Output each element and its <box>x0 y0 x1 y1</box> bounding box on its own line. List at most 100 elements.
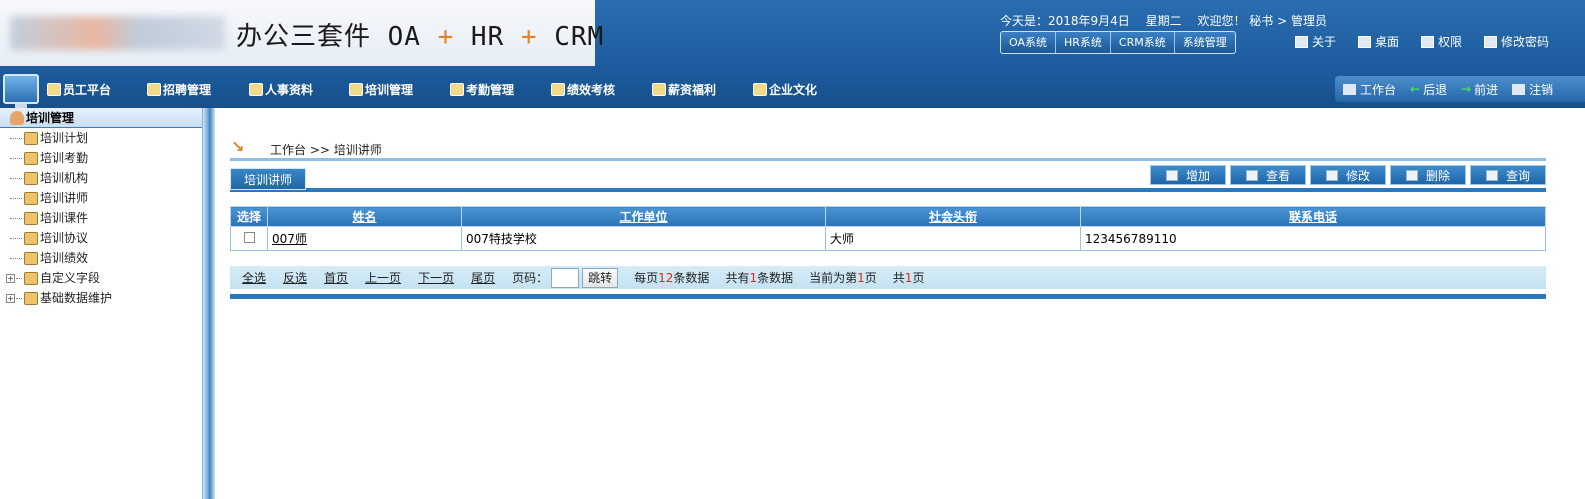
lecturer-table: 选择 姓名 工作单位 社会头衔 联系电话 007师 007特技学校 大师 123… <box>230 206 1546 251</box>
cell-title: 大师 <box>825 226 1081 251</box>
col-name[interactable]: 姓名 <box>267 206 462 227</box>
nav-recruitment[interactable]: 招聘管理 <box>147 81 211 98</box>
fields-icon <box>24 271 38 285</box>
top-links: 关于 桌面 权限 修改密码 <box>1295 33 1571 50</box>
people-icon <box>24 191 38 205</box>
total-pages-info: 共1页 <box>892 271 925 285</box>
current-page-info: 当前为第1页 <box>809 271 877 285</box>
magnifier-icon <box>1485 169 1498 181</box>
blurred-logo <box>10 16 225 50</box>
sidebar-item-training-plan[interactable]: 培训计划 <box>10 128 202 148</box>
delete-button[interactable]: 删除 <box>1390 165 1466 185</box>
nav-culture[interactable]: 企业文化 <box>753 81 817 98</box>
home-icon <box>24 171 38 185</box>
plan-icon <box>24 131 38 145</box>
training-icon <box>349 83 363 96</box>
system-crm[interactable]: CRM系统 <box>1111 32 1175 53</box>
nav-training[interactable]: 培训管理 <box>349 81 413 98</box>
go-button[interactable]: 跳转 <box>582 267 619 288</box>
select-all-link[interactable]: 全选 <box>242 269 266 286</box>
edit-button[interactable]: 修改 <box>1310 165 1386 185</box>
workbench-button[interactable]: 工作台 <box>1343 81 1396 98</box>
books-icon <box>24 211 38 225</box>
sidebar-folder-basic-data[interactable]: + 基础数据维护 <box>6 288 202 308</box>
permission-link[interactable]: 权限 <box>1421 33 1462 50</box>
view-button[interactable]: 查看 <box>1230 165 1306 185</box>
tab-rule <box>230 188 1546 192</box>
about-link[interactable]: 关于 <box>1295 33 1336 50</box>
nav-personnel[interactable]: 人事资料 <box>249 81 313 98</box>
desktop-link[interactable]: 桌面 <box>1358 33 1399 50</box>
first-page-link[interactable]: 首页 <box>324 269 348 286</box>
cell-unit: 007特技学校 <box>461 226 826 251</box>
total-info: 共有1条数据 <box>725 271 794 285</box>
sidebar: 培训管理 培训计划 培训考勤 培训机构 培训讲师 培训课件 培训协议 培训绩效 … <box>0 108 203 499</box>
main-content: ↘ 工作台 >> 培训讲师 培训讲师 增加 查看 修改 删除 查询 选择 姓名 … <box>215 108 1585 499</box>
per-page-info: 每页12条数据 <box>634 271 710 285</box>
cell-name: 007师 <box>267 226 462 251</box>
lecturer-name-link[interactable]: 007师 <box>272 232 307 246</box>
system-hr[interactable]: HR系统 <box>1056 32 1111 53</box>
sidebar-splitter[interactable] <box>203 108 215 499</box>
sidebar-title: 培训管理 <box>0 108 202 128</box>
page-number-input[interactable] <box>551 267 580 288</box>
user-info: 今天是：2018年9月4日 星期二 欢迎您！ 秘书 > 管理员 <box>1000 12 1339 29</box>
last-page-link[interactable]: 尾页 <box>471 269 495 286</box>
sidebar-tree: 培训计划 培训考勤 培训机构 培训讲师 培训课件 培训协议 培训绩效 + 自定义字… <box>0 128 202 308</box>
expand-icon[interactable]: + <box>6 273 15 283</box>
performance-icon <box>551 83 565 96</box>
col-title[interactable]: 社会头衔 <box>825 206 1081 227</box>
add-icon <box>1165 169 1178 181</box>
change-password-link[interactable]: 修改密码 <box>1484 33 1549 50</box>
col-unit[interactable]: 工作单位 <box>461 206 826 227</box>
recruit-icon <box>147 83 161 96</box>
system-oa[interactable]: OA系统 <box>1001 32 1056 53</box>
back-button[interactable]: ← 后退 <box>1410 81 1447 98</box>
pencil-icon <box>1325 169 1338 181</box>
sidebar-item-training-lecturer[interactable]: 培训讲师 <box>10 188 202 208</box>
row-checkbox[interactable] <box>243 231 255 243</box>
arrow-icon: ↘ <box>231 137 245 156</box>
next-page-link[interactable]: 下一页 <box>418 269 454 286</box>
app-title: 办公三套件 OA + HR + CRM <box>236 22 605 52</box>
forward-button[interactable]: → 前进 <box>1461 81 1498 98</box>
nav-salary[interactable]: 薪资福利 <box>652 81 716 98</box>
forward-arrow-icon: → <box>1461 82 1472 96</box>
permission-icon <box>1421 35 1435 48</box>
invert-select-link[interactable]: 反选 <box>283 269 307 286</box>
sidebar-item-training-agreement[interactable]: 培训协议 <box>10 228 202 248</box>
row-checkbox-cell <box>230 226 268 251</box>
logout-button[interactable]: 注销 <box>1512 81 1553 98</box>
sidebar-item-training-performance[interactable]: 培训绩效 <box>10 248 202 268</box>
attendance-icon <box>450 83 464 96</box>
computer-icon <box>3 74 39 109</box>
system-switcher: OA系统 HR系统 CRM系统 系统管理 <box>1000 31 1236 54</box>
system-admin[interactable]: 系统管理 <box>1175 32 1235 53</box>
col-phone[interactable]: 联系电话 <box>1080 206 1546 227</box>
desktop-icon <box>1358 35 1372 48</box>
query-button[interactable]: 查询 <box>1470 165 1546 185</box>
pager-rule <box>230 294 1546 299</box>
sidebar-folder-custom-fields[interactable]: + 自定义字段 <box>6 268 202 288</box>
nav-employee-platform[interactable]: 员工平台 <box>47 81 111 98</box>
nav-attendance[interactable]: 考勤管理 <box>450 81 514 98</box>
tag-icon <box>24 251 38 265</box>
user-icon <box>10 110 24 125</box>
back-arrow-icon: ← <box>1410 82 1421 96</box>
personnel-icon <box>249 83 263 96</box>
date-text: 今天是：2018年9月4日 <box>1000 14 1130 28</box>
sidebar-item-training-courseware[interactable]: 培训课件 <box>10 208 202 228</box>
culture-icon <box>753 83 767 96</box>
col-select: 选择 <box>230 206 268 227</box>
nav-performance[interactable]: 绩效考核 <box>551 81 615 98</box>
divider <box>230 158 1546 161</box>
sidebar-item-training-attendance[interactable]: 培训考勤 <box>10 148 202 168</box>
toolbar: 增加 查看 修改 删除 查询 <box>1146 165 1546 185</box>
employee-icon <box>47 83 61 96</box>
expand-icon[interactable]: + <box>6 293 15 303</box>
tab-training-lecturer[interactable]: 培训讲师 <box>230 168 306 190</box>
add-button[interactable]: 增加 <box>1150 165 1226 185</box>
prev-page-link[interactable]: 上一页 <box>365 269 401 286</box>
weekday-text: 星期二 <box>1145 14 1182 28</box>
sidebar-item-training-institution[interactable]: 培训机构 <box>10 168 202 188</box>
